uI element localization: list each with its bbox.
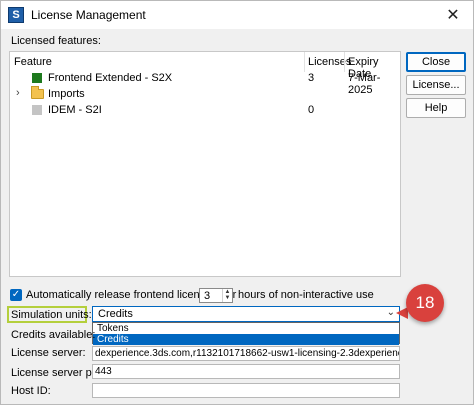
licensed-features-label: Licensed features: [11,35,101,47]
hours-value: 3 [204,290,211,302]
chevron-down-icon[interactable]: ⌄ [387,307,395,318]
column-separator [304,52,305,72]
table-row[interactable]: IDEM - S2I 0 [10,103,400,119]
title-bar[interactable]: S License Management ✕ [1,1,473,29]
hours-spinner[interactable]: 3 ▲ ▼ [199,288,233,303]
host-id-label: Host ID: [11,385,51,397]
auto-release-checkbox[interactable]: ✓ [10,289,22,301]
help-button[interactable]: Help [406,98,466,118]
licensed-features-list[interactable]: Feature Licenses Expiry Date Frontend Ex… [9,51,401,277]
column-separator [344,52,345,72]
license-server-input[interactable]: dexperience.3ds.com,r1132101718662-usw1-… [92,346,400,361]
feature-name: Frontend Extended - S2X [48,72,173,84]
feature-licenses: 0 [308,104,315,116]
expand-chevron-icon[interactable]: › [16,87,20,99]
simulation-units-value: Credits [98,308,133,320]
license-management-window: S License Management ✕ Licensed features… [0,0,474,405]
option-tokens[interactable]: Tokens [93,323,399,334]
window-title: License Management [31,8,146,22]
app-icon: S [8,7,24,23]
simulation-units-dropdown[interactable]: Tokens Credits [92,322,400,345]
simulation-units-select[interactable]: Credits ⌄ [92,306,400,322]
license-button[interactable]: License... [406,75,466,95]
folder-icon [31,86,44,99]
feature-licenses: 3 [308,72,315,84]
table-row[interactable]: › Imports [10,86,400,103]
credits-available-label: Credits available: [11,329,96,341]
simulation-units-label: Simulation units: [11,309,92,321]
close-window-icon[interactable]: ✕ [433,1,473,29]
hours-suffix-label: hours of non-interactive use [238,289,374,301]
callout-badge: 18 [406,284,444,322]
spinner-arrows-icon[interactable]: ▲ ▼ [222,289,232,302]
license-server-port-input[interactable]: 443 [92,364,400,379]
green-square-icon [32,73,42,83]
gray-square-icon [32,105,42,115]
close-button[interactable]: Close [406,52,466,72]
license-server-label: License server: [11,347,86,359]
feature-column-header[interactable]: Feature [14,56,52,68]
table-row[interactable]: Frontend Extended - S2X 3 7-Mar-2025 [10,71,400,96]
host-id-input[interactable] [92,383,400,398]
option-credits[interactable]: Credits [93,334,399,345]
feature-name: Imports [48,88,85,100]
feature-name: IDEM - S2I [48,104,102,116]
